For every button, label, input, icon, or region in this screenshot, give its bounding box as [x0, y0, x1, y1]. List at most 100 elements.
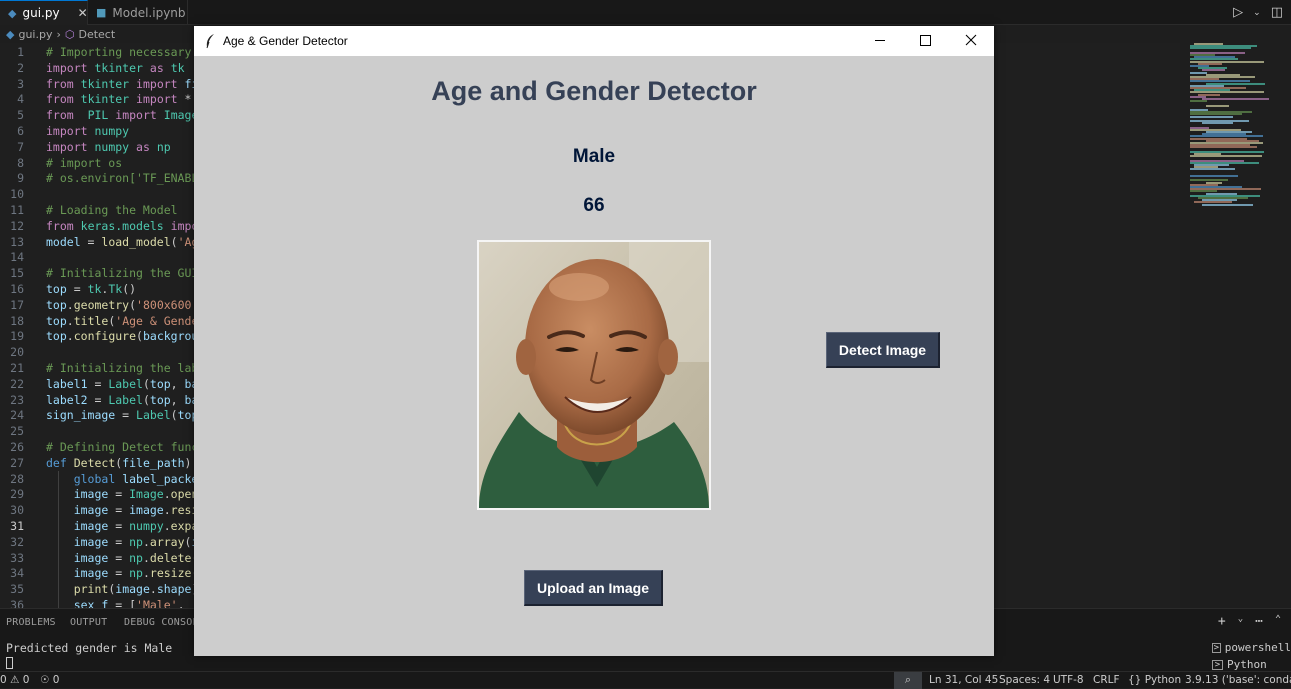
window-titlebar[interactable]: Age & Gender Detector: [194, 26, 994, 56]
upload-image-button[interactable]: Upload an Image: [524, 570, 663, 606]
warning-count: 0: [22, 674, 30, 686]
line-number: 31: [10, 519, 24, 533]
maximize-button[interactable]: [903, 26, 948, 56]
code-text: global label_packed: [73, 471, 206, 486]
line-number: 36: [10, 598, 24, 608]
maximize-panel-icon[interactable]: ⌃: [1275, 614, 1281, 629]
gender-result-label: Male: [572, 146, 616, 167]
python-file-icon: ◆: [6, 28, 15, 41]
python-file-icon: ◆: [8, 6, 17, 20]
line-number: 8: [17, 155, 24, 170]
code-text: # Initializing the GUI: [46, 266, 199, 281]
minimap-line: [1190, 146, 1257, 149]
code-text: top.geometry('800x600'): [46, 297, 205, 312]
zoom-icon[interactable]: ⌕: [894, 672, 922, 689]
code-text: import tkinter as tk: [46, 60, 185, 75]
code-text: from tkinter import fil: [46, 76, 205, 91]
line-number: 11: [10, 203, 24, 217]
terminal-cursor: [6, 657, 13, 669]
minimize-icon: [875, 40, 885, 41]
line-number: 15: [10, 266, 24, 281]
language-mode[interactable]: {} Python: [1128, 674, 1181, 686]
line-number: 13: [10, 234, 24, 249]
app-heading: Age and Gender Detector: [431, 76, 757, 106]
code-text: label2 = Label(top, bac: [46, 392, 205, 407]
panel-actions: + ⌄ ⋯ ⌃: [1218, 614, 1281, 629]
close-button[interactable]: [949, 26, 994, 56]
breadcrumb-file[interactable]: gui.py: [18, 28, 52, 41]
terminal-icon: >: [1212, 642, 1221, 653]
code-text: from keras.models impor: [46, 218, 206, 233]
tab-model-ipynb[interactable]: ■ Model.ipynb: [88, 0, 188, 25]
run-dropdown-icon[interactable]: ⌄: [1253, 8, 1261, 18]
python-interpreter[interactable]: 3.9.13 ('base': conda): [1185, 674, 1291, 686]
line-number: 20: [10, 345, 24, 360]
minimap-line: [1190, 175, 1238, 177]
tab-gui-py[interactable]: ◆ gui.py ✕: [0, 0, 88, 25]
new-terminal-icon[interactable]: +: [1218, 614, 1226, 629]
line-number: 6: [17, 124, 24, 138]
line-number: 5: [17, 108, 24, 123]
code-text: image = image.resiz: [73, 503, 206, 518]
line-number: 19: [10, 329, 24, 344]
minimap-line: [1190, 155, 1262, 158]
line-number: 34: [10, 566, 24, 581]
code-text: model = load_model('Age: [46, 234, 206, 249]
more-actions-icon[interactable]: ⋯: [1255, 614, 1263, 629]
line-endings[interactable]: CRLF: [1093, 674, 1120, 686]
indentation[interactable]: Spaces: 4: [999, 674, 1050, 686]
problems-status[interactable]: 0 ⚠ 0: [0, 674, 29, 686]
split-editor-icon[interactable]: ◫: [1271, 5, 1283, 20]
minimize-button[interactable]: [858, 26, 903, 56]
tab-label: gui.py: [22, 6, 60, 20]
cursor-position[interactable]: Ln 31, Col 45: [929, 674, 998, 686]
line-number: 25: [10, 424, 24, 439]
minimap-line: [1190, 100, 1207, 103]
line-number: 21: [10, 361, 24, 375]
detect-image-button[interactable]: Detect Image: [826, 332, 940, 368]
minimap-line: [1202, 203, 1253, 206]
line-number: 1: [17, 45, 24, 59]
close-tab-icon[interactable]: ✕: [78, 6, 88, 20]
line-number: 30: [10, 503, 24, 518]
terminal-item-powershell[interactable]: > powershell: [1212, 639, 1291, 656]
line-number: 3: [17, 76, 24, 91]
minimap-line: [1190, 168, 1235, 171]
line-number: 33: [10, 550, 24, 565]
warning-icon: ⚠: [10, 674, 20, 686]
terminal-name: powershell: [1224, 641, 1291, 654]
notebook-file-icon: ■: [96, 6, 107, 19]
chevron-right-icon: ›: [56, 28, 61, 41]
code-text: image = np.array(im: [73, 534, 206, 549]
code-text: image = Image.open(: [73, 487, 206, 502]
terminal-output: Predicted gender is Male: [6, 641, 173, 655]
encoding[interactable]: UTF-8: [1053, 674, 1084, 686]
code-text: import numpy: [46, 124, 130, 138]
terminal-name: Python: [1227, 658, 1267, 671]
minimap-line: [1190, 47, 1251, 50]
line-number: 17: [10, 297, 24, 312]
line-number: 27: [10, 455, 24, 470]
code-text: top.title('Age & Gender: [46, 313, 206, 328]
run-icon[interactable]: ▷: [1233, 5, 1243, 20]
tab-debug-console[interactable]: DEBUG CONSOLE: [124, 617, 205, 628]
ports-count: 0: [52, 674, 60, 686]
breadcrumb-symbol[interactable]: Detect: [78, 28, 115, 41]
terminal-dropdown-icon[interactable]: ⌄: [1238, 614, 1243, 629]
code-text: # Loading the Model: [46, 203, 178, 217]
close-icon: [965, 34, 977, 46]
age-result-label: 66: [583, 195, 605, 216]
status-bar: 0 ⚠ 0 ☉ 0 ⌕ Ln 31, Col 45 Spaces: 4 UTF-…: [0, 671, 1291, 689]
line-number: 2: [17, 60, 24, 75]
line-number: 28: [10, 471, 24, 486]
line-number: 10: [10, 187, 24, 202]
ports-status[interactable]: ☉ 0: [40, 674, 59, 686]
tab-problems[interactable]: PROBLEMS: [6, 617, 56, 628]
ports-icon: ☉: [40, 674, 50, 686]
minimap-line: [1190, 115, 1233, 118]
tab-output[interactable]: OUTPUT: [70, 617, 107, 628]
minimap[interactable]: [1186, 43, 1286, 208]
portrait-image: [479, 242, 709, 508]
terminal-icon: >: [1212, 659, 1223, 670]
code-text: # import os: [46, 155, 123, 170]
